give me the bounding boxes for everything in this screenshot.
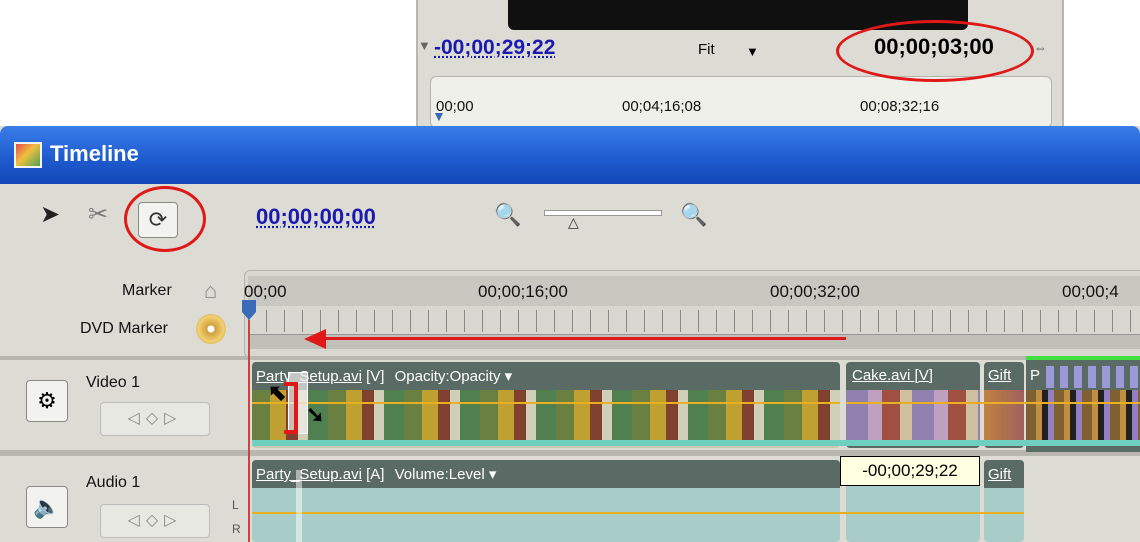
timeline-current-timecode[interactable]: 00;00;00;00 [256, 204, 376, 230]
highlight-circle [124, 186, 206, 252]
track-label-audio1: Audio 1 [86, 474, 141, 491]
ruler-band [248, 276, 1140, 306]
film-reel-icon[interactable]: ⚙ [26, 380, 68, 422]
clip-transitions [1046, 366, 1140, 388]
effect-menu[interactable]: Opacity:Opacity ▾ [395, 368, 513, 385]
dvd-marker-icon[interactable] [196, 314, 226, 344]
title-bar[interactable] [0, 126, 1140, 184]
ruler-time: 00;00;16;00 [478, 282, 568, 301]
channel-label: L [232, 498, 239, 512]
chevron-down-icon[interactable]: ▾ [489, 466, 497, 483]
clip-thumbnails [1026, 390, 1140, 446]
ruler-ticks [248, 310, 1140, 332]
opacity-line[interactable] [252, 402, 840, 404]
clip-label: Cake.avi [V] [852, 367, 933, 384]
arrow-left-icon [304, 329, 326, 349]
zoom-out-icon[interactable]: 🔍 [494, 202, 521, 228]
effect-label: Volume:Level [394, 466, 485, 483]
red-arrow [320, 337, 846, 340]
effect-label: Opacity:Opacity [394, 368, 501, 385]
clip-name: Gift [988, 466, 1012, 483]
dvd-marker-label: DVD Marker [80, 320, 169, 337]
ruler-time: 00;00 [244, 282, 287, 301]
playhead-line [248, 320, 250, 542]
clip-name: Gift [988, 367, 1012, 384]
clip-footer [252, 440, 1140, 446]
monitor-ruler-time: 00;04;16;08 [622, 98, 702, 115]
chevron-down-icon[interactable]: ▾ [505, 368, 513, 385]
zoom-fit-select[interactable]: Fit [698, 41, 715, 58]
clip-thumbnails [846, 390, 980, 446]
clip-thumbnails [984, 390, 1024, 446]
keyframe-navigator[interactable]: ◁◇▷ [100, 402, 210, 436]
selection-tool-icon[interactable]: ➤ [40, 200, 60, 229]
keyframe-navigator[interactable]: ◁◇▷ [100, 504, 210, 538]
ruler-time: 00;00;32;00 [770, 282, 860, 301]
timeline-app-icon [14, 142, 42, 168]
clip-edge-highlight [296, 470, 302, 542]
clip-label: Party_Setup.avi [A] Volume:Level ▾ [256, 465, 496, 483]
triangle-icon: ▼ [418, 38, 431, 53]
marker-icon[interactable]: ⌂ [204, 278, 217, 304]
chevron-down-icon[interactable]: ▼ [746, 44, 759, 59]
arrow-right-icon: ➘ [306, 402, 325, 427]
monitor-time-ruler[interactable] [430, 76, 1052, 128]
monitor-duration-timecode[interactable]: -00;00;29;22 [434, 36, 555, 60]
monitor-ruler-time: 00;08;32;16 [860, 98, 940, 115]
zoom-slider[interactable] [544, 210, 662, 216]
window-title: Timeline [50, 141, 139, 166]
clip-name: Cake.avi [852, 367, 911, 384]
effect-menu[interactable]: Volume:Level ▾ [395, 466, 497, 483]
duration-tooltip: -00;00;29;22 [840, 456, 980, 486]
monitor-playhead-icon[interactable]: ▼ [432, 108, 446, 124]
speaker-icon[interactable]: 🔈 [26, 486, 68, 528]
channel-label: R [232, 522, 241, 536]
razor-tool-icon[interactable]: ✂ [88, 200, 108, 229]
scrub-handle-icon[interactable]: ⇔ [1034, 40, 1047, 55]
clip-name: Party [256, 466, 292, 483]
clip-kind: [V] [914, 367, 933, 384]
track-label-video1: Video 1 [86, 374, 140, 391]
clip-name: P [1030, 367, 1041, 384]
ruler-time: 00;00;4 [1062, 282, 1119, 301]
highlight-circle [836, 20, 1034, 82]
divider [0, 356, 1140, 360]
clip-thumbnails [252, 390, 840, 446]
clip-kind: [A] [366, 466, 385, 483]
arrow-left-icon: ⬉ [268, 380, 287, 405]
zoom-in-icon[interactable]: 🔍 [680, 202, 707, 228]
opacity-line[interactable] [846, 402, 1140, 404]
zoom-slider-thumb[interactable]: △ [568, 214, 579, 231]
marker-label: Marker [122, 282, 172, 299]
volume-line[interactable] [252, 512, 1024, 514]
clip-kind: [V] [366, 368, 385, 385]
